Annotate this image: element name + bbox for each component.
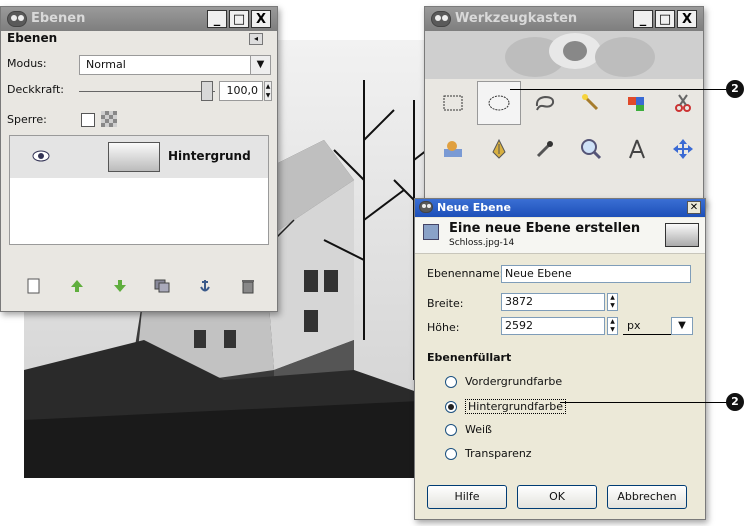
mode-select[interactable]: Normal ▼ bbox=[79, 55, 271, 75]
height-label: Höhe: bbox=[427, 321, 460, 334]
unit-value: px bbox=[627, 319, 641, 332]
ok-button[interactable]: OK bbox=[517, 485, 597, 509]
dialog-heading: Eine neue Ebene erstellen bbox=[449, 221, 641, 236]
fill-option-foreground[interactable]: Vordergrundfarbe bbox=[445, 375, 562, 388]
panel-menu-icon[interactable]: ◂ bbox=[249, 33, 263, 45]
callout-line bbox=[560, 402, 732, 403]
layers-window: Ebenen _ □ X Ebenen ◂ Modus: Normal ▼ De… bbox=[0, 6, 278, 312]
radio-button[interactable] bbox=[445, 447, 457, 460]
duplicate-layer-icon[interactable] bbox=[153, 277, 171, 295]
move-icon[interactable] bbox=[661, 127, 703, 171]
fuzzy-select-icon[interactable] bbox=[569, 81, 613, 125]
toolbox-titlebar[interactable]: Werkzeugkasten _ □ X bbox=[425, 7, 703, 31]
fill-option-label: Hintergrundfarbe bbox=[465, 399, 567, 414]
ellipse-select-icon[interactable] bbox=[477, 81, 521, 125]
color-picker-icon[interactable] bbox=[523, 127, 567, 171]
width-spinner[interactable]: ▲ ▼ bbox=[607, 293, 618, 311]
paths-icon[interactable] bbox=[477, 127, 521, 171]
image-thumbnail bbox=[665, 223, 699, 247]
unit-select[interactable]: px ▼ bbox=[623, 317, 693, 335]
eye-icon[interactable] bbox=[32, 150, 50, 162]
maximize-button[interactable]: □ bbox=[229, 10, 249, 28]
rect-select-icon[interactable] bbox=[431, 81, 475, 125]
layer-row[interactable]: Hintergrund bbox=[10, 136, 268, 178]
width-input[interactable]: 3872 bbox=[501, 293, 605, 311]
layer-icon bbox=[423, 224, 439, 240]
width-label: Breite: bbox=[427, 297, 464, 310]
dialog-subtitle: Schloss.jpg-14 bbox=[449, 238, 515, 248]
fill-option-transparent[interactable]: Transparenz bbox=[445, 447, 532, 460]
cancel-button[interactable]: Abbrechen bbox=[607, 485, 687, 509]
layers-window-title: Ebenen bbox=[31, 11, 86, 26]
gimp-icon bbox=[7, 11, 27, 27]
opacity-slider-thumb[interactable] bbox=[201, 81, 213, 101]
new-layer-dialog-title: Neue Ebene bbox=[437, 201, 511, 214]
layer-name-input[interactable]: Neue Ebene bbox=[501, 265, 691, 283]
radio-button-checked[interactable] bbox=[445, 400, 457, 413]
anchor-layer-icon[interactable] bbox=[196, 277, 214, 295]
raise-layer-icon[interactable] bbox=[68, 277, 86, 295]
mode-value: Normal bbox=[86, 58, 126, 71]
layers-titlebar[interactable]: Ebenen _ □ X bbox=[1, 7, 277, 31]
delete-layer-icon[interactable] bbox=[239, 277, 257, 295]
scissors-select-icon[interactable] bbox=[661, 81, 703, 125]
new-layer-dialog: Neue Ebene ✕ Eine neue Ebene erstellen S… bbox=[414, 198, 706, 520]
measure-icon[interactable] bbox=[615, 127, 659, 171]
lower-layer-icon[interactable] bbox=[111, 277, 129, 295]
chevron-down-icon[interactable]: ▼ bbox=[250, 56, 270, 74]
help-button[interactable]: Hilfe bbox=[427, 485, 507, 509]
chevron-down-icon[interactable]: ▼ bbox=[671, 317, 693, 335]
tool-grid bbox=[431, 81, 703, 171]
dialog-header: Eine neue Ebene erstellen Schloss.jpg-14 bbox=[415, 218, 705, 254]
minimize-button[interactable]: _ bbox=[633, 10, 653, 28]
fill-type-title: Ebenenfüllart bbox=[427, 351, 512, 364]
gimp-icon bbox=[419, 201, 433, 213]
callout-number: 2 bbox=[726, 393, 744, 411]
opacity-slider-track[interactable] bbox=[79, 91, 215, 92]
fill-option-label: Weiß bbox=[465, 423, 492, 436]
new-layer-icon[interactable] bbox=[25, 277, 43, 295]
layer-thumbnail bbox=[108, 142, 160, 172]
color-select-icon[interactable] bbox=[615, 81, 659, 125]
callout-line bbox=[510, 89, 732, 90]
layer-name-label: Ebenenname: bbox=[427, 267, 504, 280]
lock-pixels-checkbox[interactable] bbox=[81, 113, 95, 127]
wilber-banner bbox=[425, 31, 703, 79]
layer-name[interactable]: Hintergrund bbox=[168, 149, 251, 163]
fill-option-background[interactable]: Hintergrundfarbe bbox=[445, 399, 567, 414]
minimize-button[interactable]: _ bbox=[207, 10, 227, 28]
opacity-label: Deckkraft: bbox=[7, 83, 64, 96]
callout-number: 2 bbox=[726, 80, 744, 98]
fill-option-label: Transparenz bbox=[465, 447, 532, 460]
foreground-select-icon[interactable] bbox=[431, 127, 475, 171]
fill-option-label: Vordergrundfarbe bbox=[465, 375, 563, 388]
radio-button[interactable] bbox=[445, 423, 457, 436]
new-layer-titlebar[interactable]: Neue Ebene ✕ bbox=[415, 199, 705, 217]
opacity-value-field[interactable]: 100,0 bbox=[219, 81, 263, 101]
maximize-button[interactable]: □ bbox=[655, 10, 675, 28]
close-button[interactable]: X bbox=[251, 10, 271, 28]
free-select-icon[interactable] bbox=[523, 81, 567, 125]
layer-list: Hintergrund bbox=[9, 135, 269, 245]
opacity-spinner[interactable]: ▲ ▼ bbox=[264, 81, 272, 101]
mode-label: Modus: bbox=[7, 57, 47, 70]
close-icon[interactable]: ✕ bbox=[687, 201, 701, 214]
lock-alpha-icon[interactable] bbox=[101, 111, 117, 127]
layer-toolbar bbox=[11, 277, 271, 299]
lock-label: Sperre: bbox=[7, 113, 47, 126]
height-spinner[interactable]: ▲ ▼ bbox=[607, 317, 618, 335]
gimp-icon bbox=[431, 11, 451, 27]
toolbox-window: Werkzeugkasten _ □ X bbox=[424, 6, 704, 206]
radio-button[interactable] bbox=[445, 375, 457, 388]
height-input[interactable]: 2592 bbox=[501, 317, 605, 335]
fill-option-white[interactable]: Weiß bbox=[445, 423, 492, 436]
toolbox-window-title: Werkzeugkasten bbox=[455, 11, 578, 26]
layers-section-title: Ebenen bbox=[7, 31, 58, 45]
close-button[interactable]: X bbox=[677, 10, 697, 28]
zoom-icon[interactable] bbox=[569, 127, 613, 171]
